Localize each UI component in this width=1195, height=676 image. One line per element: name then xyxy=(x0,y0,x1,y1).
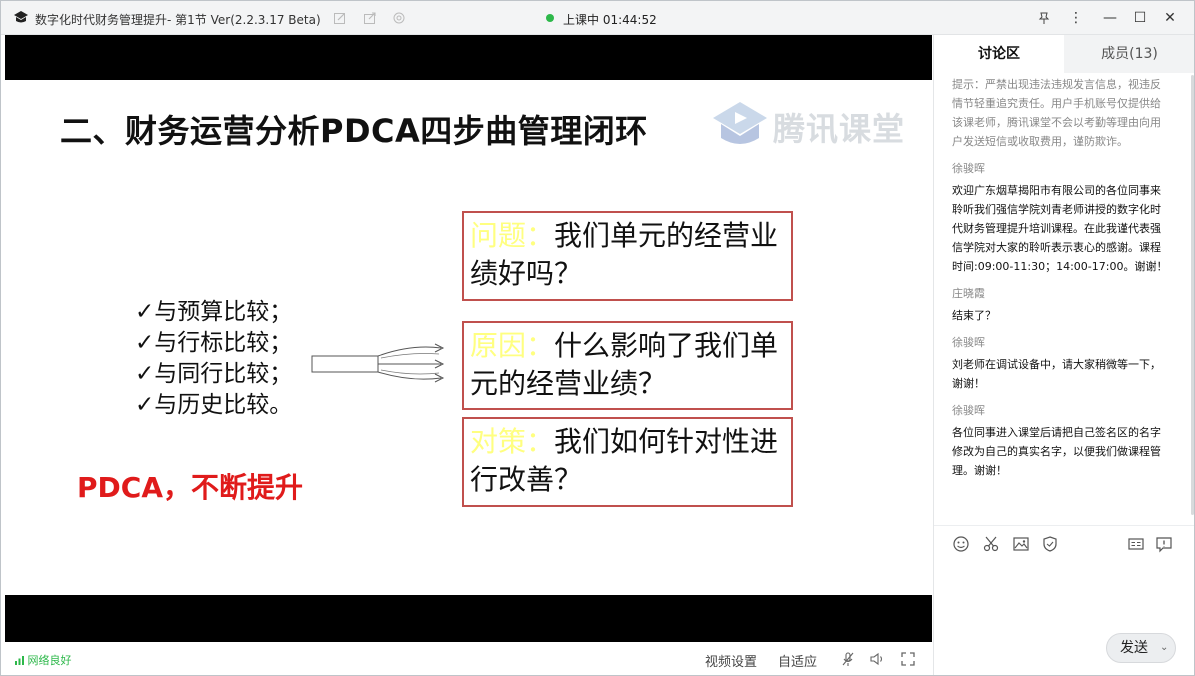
chevron-down-icon[interactable]: ⌄ xyxy=(1160,634,1168,662)
chat-text: 各位同事进入课堂后请把自己签名区的名字修改为自己的真实名字，以便我们做课程管理。… xyxy=(952,426,1161,477)
problem-box: 问题：我们单元的经营业绩好吗？ xyxy=(462,211,793,301)
checklist-item: ✓与行标比较； xyxy=(135,330,293,356)
tab-members[interactable]: 成员(13) xyxy=(1064,35,1194,73)
scissors-icon[interactable] xyxy=(982,535,1000,553)
chat-input[interactable] xyxy=(934,560,1194,630)
chat-notice: 提示：严禁出现违法违规发言信息，视违反情节轻重追究责任。用户手机账号仅提供给该课… xyxy=(952,78,1161,148)
panel-tabs: 讨论区 成员(13) xyxy=(934,35,1194,73)
watermark-text: 腾讯课堂 xyxy=(773,110,906,148)
video-settings-button[interactable]: 视频设置 xyxy=(705,651,757,670)
minimize-button[interactable]: — xyxy=(1101,9,1119,27)
chat-text: 刘老师在调试设备中，请大家稍微等一下，谢谢！ xyxy=(952,358,1161,390)
chat-sender: 徐骏晖 xyxy=(952,336,985,349)
send-button[interactable]: 发送 ⌄ xyxy=(1106,633,1176,663)
chat-sender: 徐骏晖 xyxy=(952,404,985,417)
more-options-icon[interactable]: ⋮ xyxy=(1067,9,1085,27)
close-button[interactable]: ✕ xyxy=(1161,9,1179,27)
auto-fit-button[interactable]: 自适应 xyxy=(778,651,817,670)
shield-icon[interactable] xyxy=(1041,535,1059,553)
cause-box: 原因：什么影响了我们单元的经营业绩？ xyxy=(462,321,793,410)
side-panel: 讨论区 成员(13) 提示：严禁出现违法违规发言信息，视违反情节轻重追究责任。用… xyxy=(933,35,1194,675)
slide-title: 二、财务运营分析PDCA四步曲管理闭环 xyxy=(60,112,648,150)
chat-text: 欢迎广东烟草揭阳市有限公司的各位同事来聆听我们强信学院刘青老师讲授的数字化时代财… xyxy=(952,184,1168,273)
comparison-checklist: ✓与预算比较； ✓与行标比较； ✓与同行比较； ✓与历史比较。 xyxy=(135,297,292,421)
chat-message: 徐骏晖 欢迎广东烟草揭阳市有限公司的各位同事来聆听我们强信学院刘青老师讲授的数字… xyxy=(952,159,1170,276)
pdca-slogan: PDCA，不断提升 xyxy=(77,471,303,504)
checklist-item: ✓与预算比较； xyxy=(135,299,293,325)
pin-icon[interactable] xyxy=(1037,11,1051,25)
network-status: 网络良好 xyxy=(15,652,72,668)
countermeasure-box: 对策：我们如何针对性进行改善？ xyxy=(462,417,793,507)
cause-keyword: 原因： xyxy=(470,329,555,362)
chat-scrollbar[interactable] xyxy=(1191,75,1194,515)
id-card-icon[interactable] xyxy=(1127,535,1145,553)
tencent-classroom-watermark-icon xyxy=(713,102,767,144)
tab-discussion[interactable]: 讨论区 xyxy=(934,35,1064,73)
countermeasure-keyword: 对策： xyxy=(470,425,555,458)
panel-divider xyxy=(934,525,1194,526)
live-indicator-icon xyxy=(546,14,554,22)
window-title: 数字化时代财务管理提升- 第1节 Ver(2.2.3.17 Beta) xyxy=(35,13,321,27)
mic-muted-icon[interactable] xyxy=(840,651,856,667)
chat-log[interactable]: 提示：严禁出现违法违规发言信息，视违反情节轻重追究责任。用户手机账号仅提供给该课… xyxy=(952,75,1170,520)
live-status: 上课中 01:44:52 xyxy=(563,13,657,27)
checklist-item: ✓与历史比较。 xyxy=(135,392,293,418)
chat-message: 庄晓霞 结束了？ xyxy=(952,284,1170,325)
image-icon[interactable] xyxy=(1012,535,1030,553)
branching-arrow-icon xyxy=(311,343,445,383)
presentation-slide: 二、财务运营分析PDCA四步曲管理闭环 腾讯课堂 ✓与预算比较； ✓与行标比较；… xyxy=(5,80,932,595)
checklist-item: ✓与同行比较； xyxy=(135,361,293,387)
send-label: 发送 xyxy=(1120,640,1148,656)
chat-sender: 庄晓霞 xyxy=(952,287,985,300)
maximize-button[interactable]: ☐ xyxy=(1131,9,1149,27)
tencent-classroom-watermark: 腾讯课堂 xyxy=(711,100,911,150)
feedback-icon[interactable] xyxy=(1155,535,1173,553)
share-icon[interactable] xyxy=(363,11,377,25)
signal-icon xyxy=(15,656,24,665)
video-area[interactable]: 二、财务运营分析PDCA四步曲管理闭环 腾讯课堂 ✓与预算比较； ✓与行标比较；… xyxy=(5,35,932,642)
app-window: 数字化时代财务管理提升- 第1节 Ver(2.2.3.17 Beta) 上课中 … xyxy=(0,0,1195,676)
volume-icon[interactable] xyxy=(869,651,885,667)
fullscreen-icon[interactable] xyxy=(900,651,916,667)
chat-message: 徐骏晖 各位同事进入课堂后请把自己签名区的名字修改为自己的真实名字，以便我们做课… xyxy=(952,401,1170,480)
chat-sender: 徐骏晖 xyxy=(952,162,985,175)
status-bar: 网络良好 视频设置 自适应 xyxy=(5,642,932,675)
problem-keyword: 问题： xyxy=(470,219,555,252)
network-status-text: 网络良好 xyxy=(27,654,72,667)
emoji-icon[interactable] xyxy=(952,535,970,553)
title-bar: 数字化时代财务管理提升- 第1节 Ver(2.2.3.17 Beta) 上课中 … xyxy=(1,1,1194,35)
chat-message: 徐骏晖 刘老师在调试设备中，请大家稍微等一下，谢谢！ xyxy=(952,333,1170,393)
settings-icon[interactable] xyxy=(392,11,406,25)
edit-icon[interactable] xyxy=(333,11,347,25)
tencent-classroom-logo-icon xyxy=(14,11,28,23)
chat-text: 结束了？ xyxy=(952,309,996,322)
